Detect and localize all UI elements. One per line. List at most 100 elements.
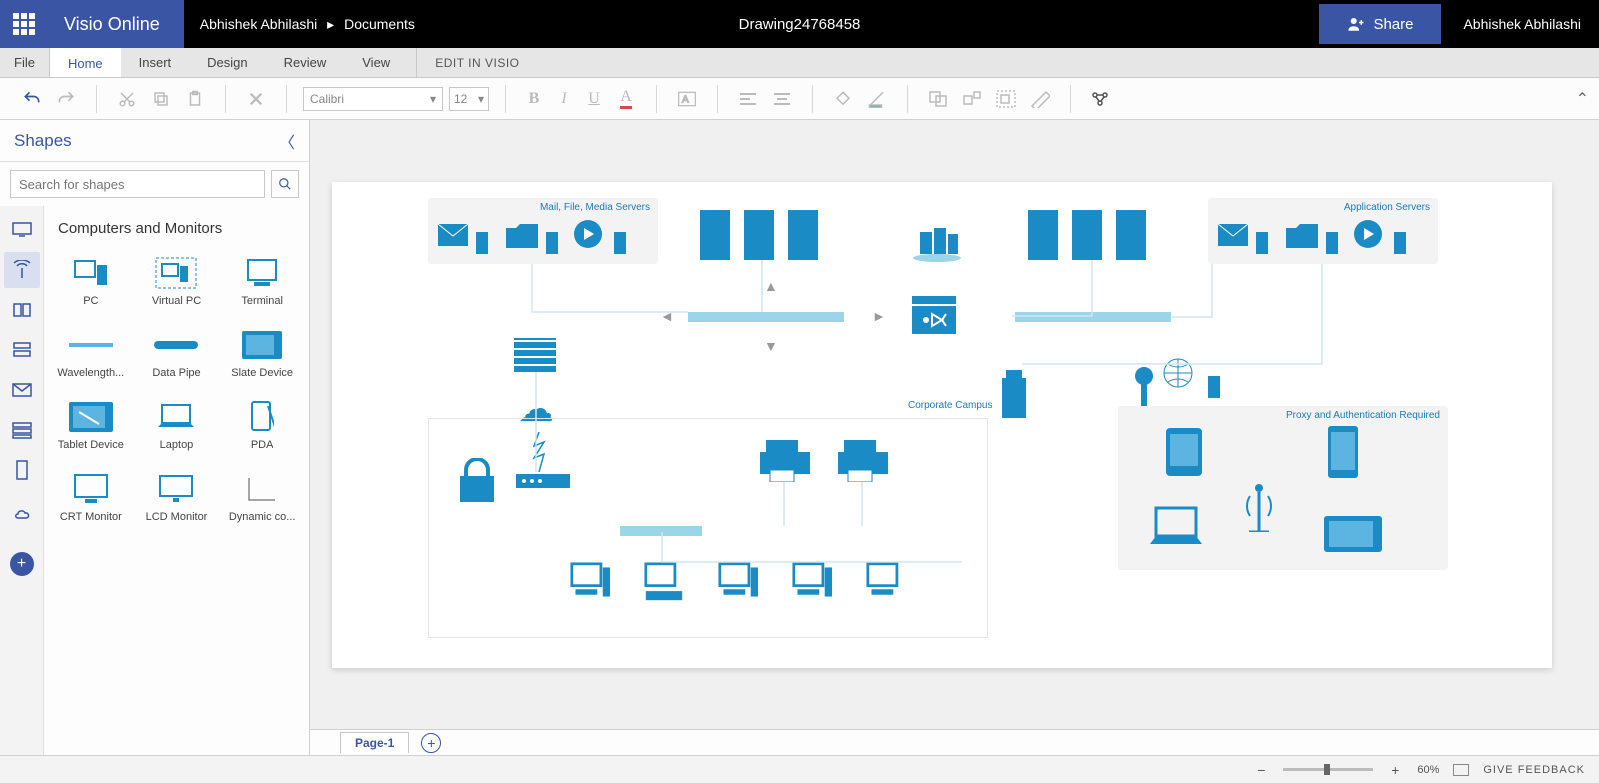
app-launcher-button[interactable] (0, 0, 48, 48)
shape-wavelength[interactable]: Wavelength... (50, 321, 132, 385)
menu-review[interactable]: Review (266, 48, 345, 77)
align-middle-button[interactable] (768, 85, 796, 113)
font-size-select[interactable]: 12▾ (449, 87, 489, 111)
firewall-shape[interactable] (514, 338, 556, 372)
delete-button[interactable] (242, 85, 270, 113)
add-stencil-button[interactable]: + (10, 552, 34, 576)
line-color-button[interactable] (863, 85, 891, 113)
shape-crt[interactable]: CRT Monitor (50, 465, 132, 529)
shape-pc[interactable]: PC (50, 249, 132, 313)
menu-edit-in-visio[interactable]: EDIT IN VISIO (416, 48, 537, 77)
search-icon (278, 177, 292, 191)
breadcrumb-user[interactable]: Abhishek Abhilashi (200, 16, 318, 32)
zoom-level[interactable]: 60% (1417, 764, 1439, 776)
position-button[interactable] (958, 85, 986, 113)
ethernet-bar[interactable] (688, 312, 844, 322)
pda-shape (1166, 428, 1202, 476)
change-shape-button[interactable] (1087, 85, 1115, 113)
group-button[interactable] (992, 85, 1020, 113)
zoom-slider[interactable] (1283, 768, 1373, 771)
menu-view[interactable]: View (344, 48, 408, 77)
shape-styles-button[interactable] (1026, 85, 1054, 113)
shape-data-pipe[interactable]: Data Pipe (136, 321, 218, 385)
redo-button[interactable] (52, 85, 80, 113)
ethernet-bar[interactable] (1015, 312, 1171, 322)
redo-icon (56, 89, 76, 109)
shape-dynamic-connector[interactable]: Dynamic co... (221, 465, 303, 529)
canvas[interactable]: Mail, File, Media Servers Application Se… (310, 120, 1599, 755)
printer-shape[interactable] (838, 440, 888, 482)
font-color-button[interactable]: A (612, 85, 640, 113)
shape-tablet[interactable]: Tablet Device (50, 393, 132, 457)
italic-button[interactable]: I (552, 85, 576, 113)
search-input[interactable] (10, 170, 265, 198)
shape-slate[interactable]: Slate Device (221, 321, 303, 385)
bold-button[interactable]: B (522, 85, 546, 113)
font-family-select[interactable]: Calibri▾ (303, 87, 443, 111)
collapse-ribbon-button[interactable]: ⌃ (1576, 89, 1589, 109)
group-proxy[interactable]: Proxy and Authentication Required (1118, 406, 1448, 570)
laptop-shape (1148, 506, 1204, 550)
shape-lcd[interactable]: LCD Monitor (136, 465, 218, 529)
stencil-detailed[interactable] (4, 412, 40, 448)
group-title: Proxy and Authentication Required (1286, 410, 1440, 421)
pc-shape[interactable] (864, 562, 908, 602)
text-block-button[interactable]: A (673, 85, 701, 113)
group-workstations[interactable] (428, 418, 988, 638)
small-server[interactable] (1208, 376, 1220, 398)
search-button[interactable] (271, 170, 299, 198)
stencil-computers[interactable] (4, 212, 40, 248)
stencil-server[interactable] (4, 332, 40, 368)
stencil-annotations[interactable] (4, 492, 40, 528)
fit-to-window-button[interactable] (1453, 764, 1469, 776)
server-cluster-1[interactable] (700, 210, 818, 260)
user-menu[interactable]: Abhishek Abhilashi (1445, 16, 1599, 32)
group-mail-servers[interactable]: Mail, File, Media Servers (428, 198, 658, 264)
underline-button[interactable]: U (582, 85, 606, 113)
stencil-mail[interactable] (4, 372, 40, 408)
menu-design[interactable]: Design (189, 48, 265, 77)
menu-file[interactable]: File (0, 48, 50, 77)
building-shape[interactable] (1002, 378, 1026, 418)
shape-laptop[interactable]: Laptop (136, 393, 218, 457)
breadcrumb[interactable]: Abhishek Abhilashi ▸ Documents (184, 16, 415, 33)
zoom-in-button[interactable]: + (1387, 762, 1403, 778)
undo-button[interactable] (18, 85, 46, 113)
shape-terminal[interactable]: Terminal (221, 249, 303, 313)
page-tab-1[interactable]: Page-1 (340, 732, 409, 753)
give-feedback-link[interactable]: GIVE FEEDBACK (1483, 764, 1585, 776)
collapse-panel-button[interactable]: 〈 (279, 129, 295, 153)
scanner-shape[interactable] (642, 562, 686, 602)
paste-button[interactable] (181, 85, 209, 113)
globe-icon[interactable] (1162, 358, 1194, 388)
tablet-shape (1324, 516, 1382, 552)
menu-insert[interactable]: Insert (121, 48, 190, 77)
document-title[interactable]: Drawing24768458 (739, 16, 861, 33)
copy-button[interactable] (147, 85, 175, 113)
add-page-button[interactable]: + (421, 733, 441, 753)
stencil-rack[interactable] (4, 292, 40, 328)
share-button[interactable]: Share (1319, 4, 1441, 44)
router-icon[interactable] (912, 296, 956, 334)
cluster-icon[interactable] (912, 222, 962, 262)
stencil-network[interactable] (4, 252, 40, 288)
cut-button[interactable] (113, 85, 141, 113)
shape-pda[interactable]: PDA (221, 393, 303, 457)
ethernet-bar[interactable] (620, 526, 702, 536)
breadcrumb-location[interactable]: Documents (344, 16, 415, 32)
shape-virtual-pc[interactable]: Virtual PC (136, 249, 218, 313)
share-icon (1347, 15, 1365, 33)
printer-shape[interactable] (760, 440, 810, 482)
pc-shape[interactable] (790, 562, 834, 602)
zoom-out-button[interactable]: − (1253, 762, 1269, 778)
stencil-mobile[interactable] (4, 452, 40, 488)
fill-color-button[interactable] (829, 85, 857, 113)
menu-home[interactable]: Home (50, 48, 121, 77)
pc-shape[interactable] (568, 562, 612, 602)
align-left-button[interactable] (734, 85, 762, 113)
drawing-page[interactable]: Mail, File, Media Servers Application Se… (332, 182, 1552, 668)
group-app-servers[interactable]: Application Servers (1208, 198, 1438, 264)
server-cluster-2[interactable] (1028, 210, 1146, 260)
arrange-button[interactable] (924, 85, 952, 113)
pc-shape[interactable] (716, 562, 760, 602)
